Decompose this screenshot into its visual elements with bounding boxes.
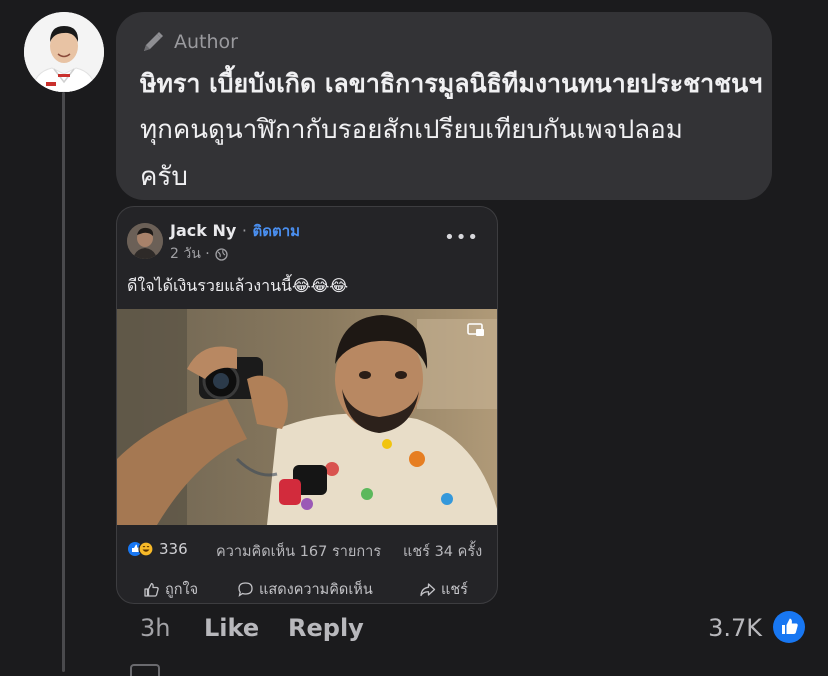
comment-icon — [238, 582, 253, 597]
embedded-post[interactable]: Jack Ny · ติดตาม 2 วัน · ••• ดีใจได้เงิน… — [116, 206, 498, 604]
thumbs-up-icon — [144, 582, 159, 597]
commenter-avatar[interactable] — [24, 12, 104, 92]
reply-button[interactable]: Reply — [288, 614, 364, 642]
share-icon — [420, 583, 436, 597]
comment-time[interactable]: 3h — [140, 614, 170, 642]
author-badge-label: Author — [174, 31, 238, 53]
post-time[interactable]: 2 วัน · — [170, 243, 210, 265]
post-text: ดีใจได้เงินรวยแล้วงานนี้😂😂😂 — [127, 276, 349, 295]
follow-link[interactable]: ติดตาม — [253, 222, 301, 240]
pencil-icon — [144, 32, 163, 51]
post-share-count[interactable]: แชร์ 34 ครั้ง — [403, 540, 482, 563]
post-comment-count[interactable]: ความคิดเห็น 167 รายการ — [216, 540, 381, 563]
post-meta: 2 วัน · — [170, 243, 228, 265]
globe-icon — [215, 247, 228, 261]
post-author-avatar[interactable] — [127, 223, 163, 259]
post-actions: ถูกใจ แสดงความคิดเห็น แชร์ — [117, 575, 497, 599]
reaction-icons[interactable] — [127, 541, 155, 557]
next-comment-stub — [130, 664, 160, 676]
post-like-button[interactable]: ถูกใจ — [143, 578, 198, 601]
author-badge: Author — [140, 28, 238, 56]
comment-line: ครับ — [140, 162, 188, 192]
post-share-label: แชร์ — [441, 582, 468, 598]
picture-in-picture-icon[interactable] — [467, 323, 485, 337]
comment-text: ษิทรา เบี้ยบังเกิด เลขาธิการมูลนิธิทีมงา… — [140, 60, 763, 201]
post-comment-label: แสดงความคิดเห็น — [259, 582, 373, 598]
post-author-line: Jack Ny · ติดตาม — [170, 219, 300, 243]
like-button[interactable]: Like — [204, 614, 259, 642]
comment-meta-row: 3h Like Reply 3.7K — [140, 610, 810, 648]
thread-line — [62, 92, 65, 672]
comment-line: ทุกคนดูนาฬิกากับรอยสักเปรียบเทียบกันเพจป… — [140, 115, 683, 145]
more-options-icon[interactable]: ••• — [444, 227, 479, 248]
comment-line: ษิทรา เบี้ยบังเกิด เลขาธิการมูลนิธิทีมงา… — [140, 69, 763, 98]
post-stats: 336 ความคิดเห็น 167 รายการ แชร์ 34 ครั้ง — [117, 537, 497, 561]
comment-reaction-count[interactable]: 3.7K — [708, 614, 762, 642]
post-reaction-count[interactable]: 336 — [159, 540, 188, 558]
post-photo[interactable] — [117, 309, 497, 525]
post-author-name[interactable]: Jack Ny — [170, 221, 236, 240]
post-comment-button[interactable]: แสดงความคิดเห็น — [237, 578, 373, 601]
post-author-separator: · — [241, 221, 247, 240]
post-like-label: ถูกใจ — [165, 582, 199, 598]
post-share-button[interactable]: แชร์ — [419, 578, 468, 601]
like-reaction-icon[interactable] — [772, 610, 806, 644]
